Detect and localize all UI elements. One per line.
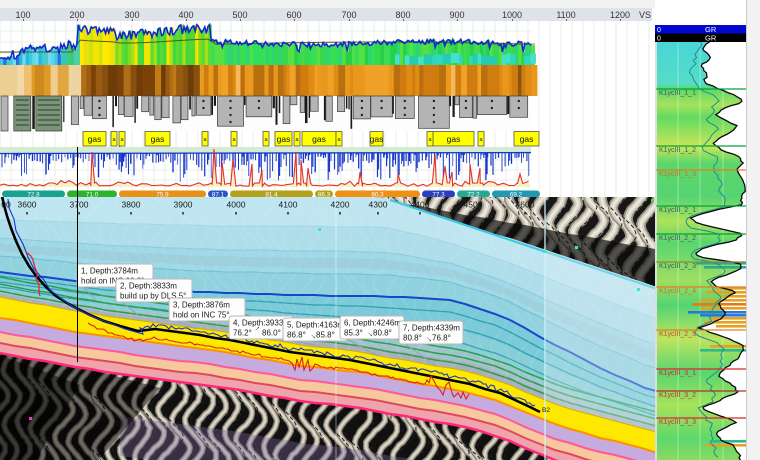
svg-text:4, Depth:3933m: 4, Depth:3933m [233, 319, 290, 328]
svg-text:K1ycIII_2_4: K1ycIII_2_4 [659, 288, 696, 295]
svg-text:1200: 1200 [610, 10, 630, 20]
svg-text:0: 0 [657, 27, 661, 34]
svg-text:K1ycIII_2_2: K1ycIII_2_2 [659, 235, 696, 242]
svg-text:3800: 3800 [122, 200, 141, 210]
svg-text:K1ycIII_2_3: K1ycIII_2_3 [659, 263, 696, 270]
svg-text:5, Depth:4163m: 5, Depth:4163m [287, 321, 344, 330]
svg-text:4400: 4400 [411, 200, 430, 210]
svg-text:K1ycIII_3_3: K1ycIII_3_3 [659, 419, 696, 426]
svg-text:100: 100 [15, 10, 30, 20]
svg-text:86.8°: 86.8° [287, 331, 306, 340]
svg-text:4100: 4100 [279, 200, 298, 210]
svg-text:K1ycIII_1_1: K1ycIII_1_1 [659, 90, 696, 97]
svg-text:hold on INC 75°: hold on INC 75° [173, 311, 230, 320]
svg-text:1000: 1000 [502, 10, 522, 20]
svg-text:85.8°: 85.8° [316, 331, 335, 340]
svg-text:gas: gas [370, 134, 384, 144]
svg-text:80.8°: 80.8° [403, 334, 422, 343]
svg-text:gas: gas [312, 134, 326, 144]
svg-text:B2: B2 [542, 407, 550, 414]
svg-text:600: 600 [286, 10, 301, 20]
svg-text:4500: 4500 [464, 200, 483, 210]
svg-text:00: 00 [1, 200, 11, 210]
svg-text:1, Depth:3784m: 1, Depth:3784m [81, 267, 138, 276]
svg-text:3900: 3900 [174, 200, 193, 210]
svg-text:2, Depth:3833m: 2, Depth:3833m [120, 282, 177, 291]
svg-text:300: 300 [124, 10, 139, 20]
svg-text:76.8°: 76.8° [432, 334, 451, 343]
svg-text:K1ycIII_1_3: K1ycIII_1_3 [659, 171, 696, 178]
svg-text:VS: VS [639, 10, 651, 20]
svg-text:gas: gas [88, 134, 102, 144]
svg-text:800: 800 [395, 10, 410, 20]
svg-text:GR: GR [705, 34, 717, 43]
svg-text:K1ycIII_3_1: K1ycIII_3_1 [659, 370, 696, 377]
svg-text:4000: 4000 [227, 200, 246, 210]
svg-text:gas: gas [277, 134, 291, 144]
svg-text:400: 400 [178, 10, 193, 20]
svg-text:76.2°: 76.2° [233, 329, 252, 338]
svg-text:80.8°: 80.8° [373, 329, 392, 338]
svg-text:gas: gas [447, 134, 461, 144]
svg-text:900: 900 [449, 10, 464, 20]
svg-text:4600: 4600 [516, 200, 535, 210]
svg-text:7, Depth:4339m: 7, Depth:4339m [403, 324, 460, 333]
svg-text:3700: 3700 [70, 200, 89, 210]
svg-text:6, Depth:4246m: 6, Depth:4246m [344, 319, 401, 328]
svg-text:86.0°: 86.0° [262, 329, 281, 338]
svg-text:700: 700 [341, 10, 356, 20]
svg-text:gas: gas [520, 134, 534, 144]
svg-text:K1ycIII_2_1: K1ycIII_2_1 [659, 207, 696, 214]
svg-text:200: 200 [69, 10, 84, 20]
svg-text:3, Depth:3876m: 3, Depth:3876m [173, 301, 230, 310]
svg-text:4200: 4200 [331, 200, 350, 210]
svg-text:gas: gas [151, 134, 165, 144]
svg-text:85.3°: 85.3° [344, 329, 363, 338]
svg-text:4300: 4300 [369, 200, 388, 210]
svg-text:K1ycIII_3_2: K1ycIII_3_2 [659, 392, 696, 399]
svg-text:K1ycIII_2_5: K1ycIII_2_5 [659, 331, 696, 338]
svg-text:0: 0 [657, 36, 661, 43]
svg-text:500: 500 [232, 10, 247, 20]
svg-text:3600: 3600 [18, 200, 37, 210]
svg-text:1100: 1100 [556, 10, 575, 20]
svg-text:K1ycIII_1_2: K1ycIII_1_2 [659, 147, 696, 154]
